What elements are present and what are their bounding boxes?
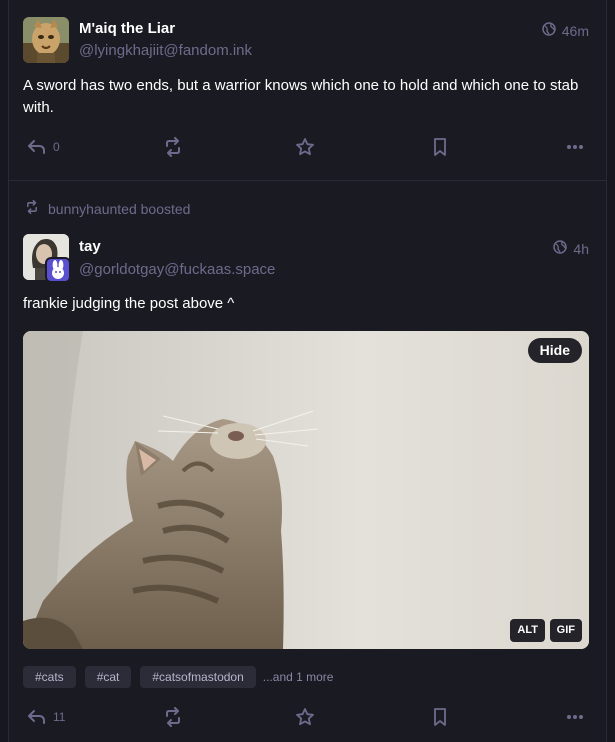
ellipsis-icon: [566, 144, 584, 150]
post-timestamp[interactable]: 46m: [562, 23, 589, 39]
display-name[interactable]: M'aiq the Liar: [79, 20, 175, 37]
boosted-by-text[interactable]: bunnyhaunted boosted: [48, 201, 190, 217]
media-attachment[interactable]: Hide ALT GIF: [23, 331, 589, 649]
star-icon: [295, 707, 315, 727]
post-content: A sword has two ends, but a warrior know…: [23, 77, 579, 116]
reply-button[interactable]: 0: [27, 135, 60, 159]
bookmark-button[interactable]: [432, 135, 448, 159]
boosted-by-line[interactable]: bunnyhaunted boosted: [25, 199, 190, 217]
hashtag-link[interactable]: #cats: [23, 666, 76, 688]
post-timestamp[interactable]: 4h: [573, 241, 589, 257]
alt-text-badge[interactable]: ALT: [510, 619, 545, 642]
reply-button[interactable]: 11: [27, 705, 65, 729]
hide-media-button[interactable]: Hide: [527, 338, 582, 363]
boost-icon: [163, 707, 183, 727]
boost-icon: [163, 137, 183, 157]
post-meta[interactable]: 46m: [542, 22, 589, 39]
post-content: frankie judging the post above ^: [23, 295, 235, 312]
boost-icon: [25, 199, 39, 217]
more-options-button[interactable]: [566, 705, 584, 729]
reply-icon: [27, 139, 47, 155]
cat-gif-image: [23, 331, 589, 649]
reply-count: 11: [53, 710, 66, 724]
display-name[interactable]: tay: [79, 238, 101, 255]
favourite-button[interactable]: [295, 135, 315, 159]
account-handle[interactable]: @lyingkhajiit@fandom.ink: [79, 42, 252, 59]
favourite-button[interactable]: [295, 705, 315, 729]
bookmark-icon: [432, 137, 448, 157]
account-handle[interactable]: @gorldotgay@fuckaas.space: [79, 261, 275, 278]
boost-button[interactable]: [163, 705, 183, 729]
globe-icon: [553, 240, 568, 257]
hashtag-bar: #cats #cat #catsofmastodon ...and 1 more: [23, 666, 333, 688]
globe-icon: [542, 22, 556, 39]
post-meta[interactable]: 4h: [553, 240, 589, 257]
bookmark-button[interactable]: [432, 705, 448, 729]
reply-count: 0: [53, 140, 60, 154]
star-icon: [295, 137, 315, 157]
reply-icon: [27, 709, 47, 725]
gif-badge: GIF: [549, 619, 582, 642]
avatar[interactable]: [23, 17, 69, 63]
ellipsis-icon: [566, 714, 584, 720]
more-hashtags-link[interactable]: ...and 1 more: [263, 670, 334, 684]
more-options-button[interactable]: [566, 135, 584, 159]
boost-button[interactable]: [163, 135, 183, 159]
booster-avatar[interactable]: [45, 257, 71, 283]
status-post[interactable]: M'aiq the Liar @lyingkhajiit@fandom.ink …: [8, 0, 607, 181]
hashtag-link[interactable]: #catsofmastodon: [140, 666, 256, 688]
status-post[interactable]: bunnyhaunted boosted tay @gorldotgay@fuc…: [8, 181, 607, 742]
hashtag-link[interactable]: #cat: [84, 666, 132, 688]
post-actions: 0: [23, 135, 592, 159]
post-actions: 11: [23, 705, 592, 729]
bookmark-icon: [432, 707, 448, 727]
